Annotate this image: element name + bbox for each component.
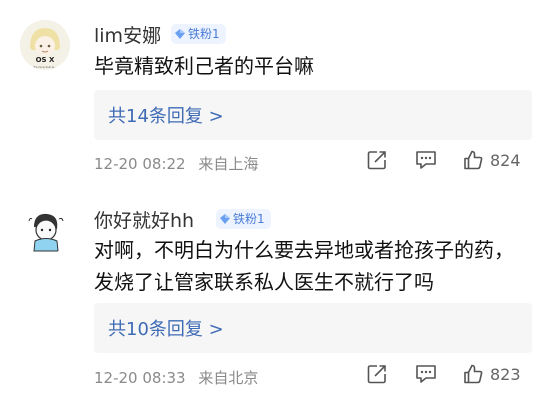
comment-meta: 12-20 08:22 来自上海 xyxy=(94,153,258,174)
fan-badge[interactable]: 铁粉1 xyxy=(171,24,226,44)
location: 来自上海 xyxy=(198,155,259,173)
reply-link[interactable]: 共14条回复 > xyxy=(108,102,224,128)
comment-item: 你好就好hh 铁粉1 对啊，不明白为什么要去异地或者抢孩子的药，发烧了让管家联系… xyxy=(0,195,550,400)
avatar-image: OS X it's nice but is... xyxy=(20,20,70,70)
avatar-caption: OS X xyxy=(36,56,55,64)
timestamp: 12-20 08:22 xyxy=(94,155,186,173)
reply-link[interactable]: 共10条回复 > xyxy=(108,315,224,341)
comment-icon xyxy=(416,365,436,383)
share-button[interactable] xyxy=(366,363,388,385)
badge-label: 铁粉1 xyxy=(233,212,265,226)
location: 来自北京 xyxy=(198,369,259,387)
comment-icon xyxy=(416,151,436,169)
avatar[interactable]: OS X it's nice but is... xyxy=(20,20,70,70)
comment-item: OS X it's nice but is... lim安娜 铁粉1 毕竟精致利… xyxy=(0,0,550,195)
avatar[interactable] xyxy=(20,205,70,255)
reply-summary[interactable]: 共10条回复 > xyxy=(94,303,532,353)
avatar-subcaption: it's nice but is... xyxy=(33,65,57,69)
share-icon xyxy=(367,365,386,384)
comment-text: 对啊，不明白为什么要去异地或者抢孩子的药，发烧了让管家联系私人医生不就行了吗 xyxy=(94,238,514,294)
reply-summary[interactable]: 共14条回复 > xyxy=(94,90,532,140)
username[interactable]: lim安娜 xyxy=(94,21,161,48)
like-button[interactable]: 823 xyxy=(462,363,521,385)
fan-badge[interactable]: 铁粉1 xyxy=(216,209,271,229)
diamond-icon xyxy=(175,29,185,39)
like-count: 824 xyxy=(490,150,521,170)
like-icon xyxy=(464,150,483,170)
share-button[interactable] xyxy=(366,149,388,171)
comment-text: 毕竟精致利己者的平台嘛 xyxy=(94,54,314,78)
username[interactable]: 你好就好hh xyxy=(94,206,194,233)
comment-button[interactable] xyxy=(414,149,438,171)
comment-actions: 823 xyxy=(366,363,521,385)
comment-meta: 12-20 08:33 来自北京 xyxy=(94,367,258,388)
diamond-icon xyxy=(220,214,230,224)
share-icon xyxy=(367,151,386,170)
comment-actions: 824 xyxy=(366,149,521,171)
like-icon xyxy=(464,364,483,384)
badge-label: 铁粉1 xyxy=(188,27,220,41)
avatar-image xyxy=(20,205,70,255)
comment-button[interactable] xyxy=(414,363,438,385)
like-count: 823 xyxy=(490,364,521,384)
timestamp: 12-20 08:33 xyxy=(94,369,186,387)
like-button[interactable]: 824 xyxy=(462,149,521,171)
